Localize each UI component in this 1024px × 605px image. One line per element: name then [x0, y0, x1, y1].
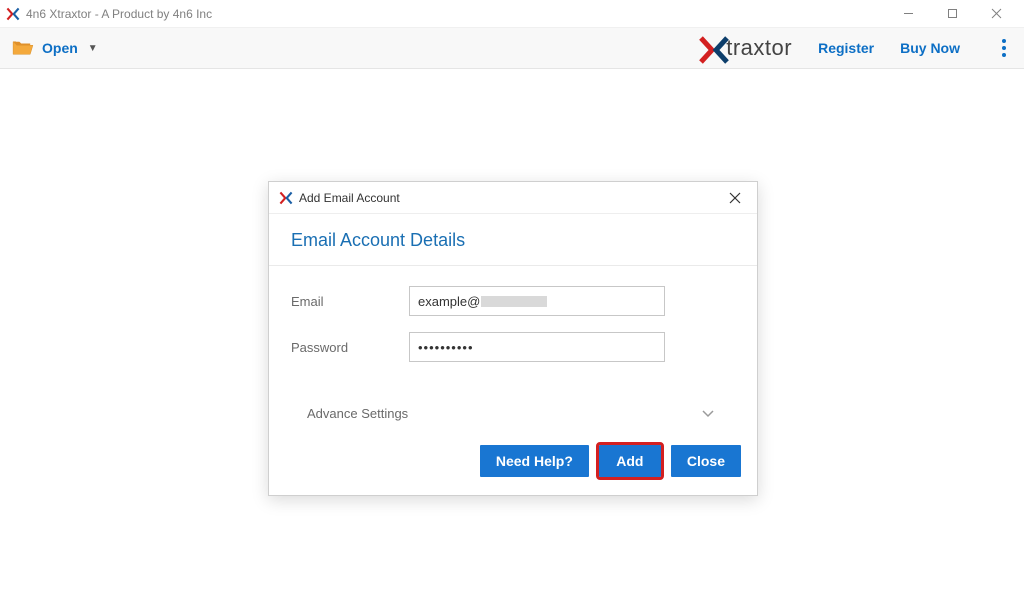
maximize-button[interactable]	[930, 0, 974, 28]
minimize-button[interactable]	[886, 0, 930, 28]
kebab-dot-icon	[1002, 46, 1006, 50]
more-menu-button[interactable]	[994, 39, 1014, 57]
email-redacted-icon	[481, 296, 547, 307]
dialog-titlebar: Add Email Account	[269, 182, 757, 214]
need-help-button[interactable]: Need Help?	[480, 445, 589, 477]
dialog-title: Add Email Account	[299, 191, 400, 205]
toolbar-links: Register Buy Now	[818, 39, 1014, 57]
buy-now-link[interactable]: Buy Now	[900, 40, 960, 56]
password-value: ••••••••••	[418, 340, 474, 355]
kebab-dot-icon	[1002, 39, 1006, 43]
dialog-button-row: Need Help? Add Close	[269, 445, 757, 495]
advance-settings-label: Advance Settings	[307, 406, 408, 421]
toolbar-right: traxtor Register Buy Now	[699, 35, 1014, 61]
dialog-close-button[interactable]	[723, 186, 747, 210]
close-window-button[interactable]	[974, 0, 1018, 28]
email-row: Email example@	[291, 286, 735, 316]
email-label: Email	[291, 294, 409, 309]
window-title: 4n6 Xtraxtor - A Product by 4n6 Inc	[26, 7, 212, 21]
dialog-heading: Email Account Details	[269, 214, 757, 266]
brand-text: traxtor	[726, 35, 792, 61]
email-field[interactable]: example@	[409, 286, 665, 316]
main-toolbar: Open ▼ traxtor Register Buy Now	[0, 28, 1024, 69]
register-link[interactable]: Register	[818, 40, 874, 56]
form-area: Email example@ Password ••••••••••	[269, 266, 757, 388]
app-logo-icon	[6, 7, 20, 21]
kebab-dot-icon	[1002, 53, 1006, 57]
open-dropdown-icon: ▼	[88, 43, 98, 54]
open-label: Open	[42, 40, 78, 56]
dialog-app-icon	[279, 191, 293, 205]
password-label: Password	[291, 340, 409, 355]
open-menu-button[interactable]: Open ▼	[12, 39, 98, 57]
brand-logo: traxtor	[699, 35, 792, 61]
folder-open-icon	[12, 39, 34, 57]
brand-x-icon	[699, 35, 725, 61]
password-row: Password ••••••••••	[291, 332, 735, 362]
window-controls	[886, 0, 1018, 28]
add-button[interactable]: Add	[599, 445, 661, 477]
dialog-body: Email Account Details Email example@ Pas…	[269, 214, 757, 495]
chevron-down-icon	[701, 406, 715, 421]
advance-settings-toggle[interactable]: Advance Settings	[269, 388, 757, 445]
email-value-visible: example@	[418, 294, 480, 309]
add-email-account-dialog: Add Email Account Email Account Details …	[268, 181, 758, 496]
close-button[interactable]: Close	[671, 445, 741, 477]
window-titlebar: 4n6 Xtraxtor - A Product by 4n6 Inc	[0, 0, 1024, 28]
password-field[interactable]: ••••••••••	[409, 332, 665, 362]
